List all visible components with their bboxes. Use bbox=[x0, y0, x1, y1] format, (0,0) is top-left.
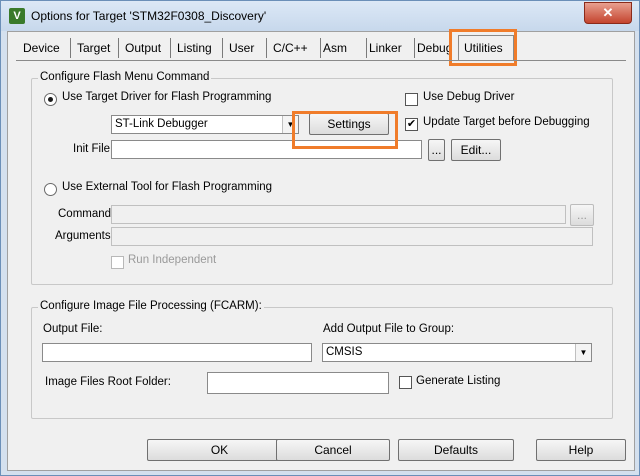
title-bar[interactable]: V Options for Target 'STM32F0308_Discove… bbox=[1, 1, 639, 31]
tab-listing[interactable]: Listing bbox=[172, 38, 223, 58]
command-input[interactable] bbox=[111, 205, 566, 224]
close-icon: ✕ bbox=[602, 5, 614, 20]
close-button[interactable]: ✕ bbox=[584, 2, 632, 24]
image-file-group: Configure Image File Processing (FCARM):… bbox=[31, 300, 613, 419]
edit-button[interactable]: Edit... bbox=[451, 139, 501, 161]
ok-button[interactable]: OK bbox=[147, 439, 292, 461]
cancel-button[interactable]: Cancel bbox=[276, 439, 390, 461]
init-file-browse-button[interactable]: ... bbox=[428, 139, 445, 161]
flash-menu-group: Configure Flash Menu Command Use Target … bbox=[31, 71, 613, 285]
run-independent-label: Run Independent bbox=[128, 254, 217, 266]
utilities-tab-panel: Configure Flash Menu Command Use Target … bbox=[16, 60, 626, 431]
use-external-tool-label: Use External Tool for Flash Programming bbox=[62, 181, 273, 193]
run-independent-checkbox[interactable] bbox=[111, 256, 124, 269]
command-label: Command: bbox=[58, 208, 115, 220]
init-file-input[interactable] bbox=[111, 140, 422, 159]
command-browse-button[interactable]: ... bbox=[570, 204, 594, 226]
flash-driver-value: ST-Link Debugger bbox=[115, 118, 208, 130]
generate-listing-label: Generate Listing bbox=[416, 375, 501, 387]
root-folder-input[interactable] bbox=[207, 372, 389, 394]
tab-linker[interactable]: Linker bbox=[364, 38, 415, 58]
output-file-input[interactable] bbox=[42, 343, 312, 362]
use-target-driver-radio[interactable] bbox=[44, 93, 57, 106]
dialog-body: Device Target Output Listing User C/C++ … bbox=[7, 29, 635, 471]
init-file-label: Init File: bbox=[73, 143, 114, 155]
tab-user[interactable]: User bbox=[224, 38, 267, 58]
update-target-label: Update Target before Debugging bbox=[423, 116, 590, 128]
window-title: Options for Target 'STM32F0308_Discovery… bbox=[31, 9, 267, 23]
tab-utilities[interactable]: Utilities bbox=[458, 35, 514, 60]
help-button[interactable]: Help bbox=[536, 439, 626, 461]
tab-target[interactable]: Target bbox=[72, 38, 119, 58]
flash-driver-dropdown[interactable]: ST-Link Debugger ▼ bbox=[111, 115, 299, 134]
update-target-checkbox[interactable]: ✔ bbox=[405, 118, 418, 131]
use-debug-driver-checkbox[interactable] bbox=[405, 93, 418, 106]
add-output-group-label: Add Output File to Group: bbox=[323, 323, 455, 335]
output-file-label: Output File: bbox=[43, 323, 103, 335]
tab-debug[interactable]: Debug bbox=[412, 38, 461, 58]
arguments-input[interactable] bbox=[111, 227, 593, 246]
root-folder-label: Image Files Root Folder: bbox=[45, 376, 171, 388]
arguments-label: Arguments: bbox=[55, 230, 114, 242]
tab-asm[interactable]: Asm bbox=[318, 38, 367, 58]
output-group-dropdown[interactable]: CMSIS ▼ bbox=[322, 343, 592, 362]
generate-listing-checkbox[interactable] bbox=[399, 376, 412, 389]
options-dialog-window: V Options for Target 'STM32F0308_Discove… bbox=[0, 0, 640, 476]
defaults-button[interactable]: Defaults bbox=[398, 439, 514, 461]
flash-group-title: Configure Flash Menu Command bbox=[38, 71, 212, 83]
tab-c-cpp[interactable]: C/C++ bbox=[268, 38, 321, 58]
dropdown-arrow-icon[interactable]: ▼ bbox=[282, 116, 298, 133]
tab-output[interactable]: Output bbox=[120, 38, 171, 58]
use-debug-driver-label: Use Debug Driver bbox=[423, 91, 515, 103]
tab-device[interactable]: Device bbox=[18, 38, 71, 58]
output-group-value: CMSIS bbox=[326, 346, 363, 358]
settings-button[interactable]: Settings bbox=[309, 113, 389, 135]
dialog-button-bar: OK Cancel Defaults Help bbox=[8, 430, 634, 470]
use-target-driver-label: Use Target Driver for Flash Programming bbox=[62, 91, 272, 103]
image-group-title: Configure Image File Processing (FCARM): bbox=[38, 300, 264, 312]
use-external-tool-radio[interactable] bbox=[44, 183, 57, 196]
keil-app-icon: V bbox=[9, 8, 25, 24]
dropdown-arrow-icon[interactable]: ▼ bbox=[575, 344, 591, 361]
